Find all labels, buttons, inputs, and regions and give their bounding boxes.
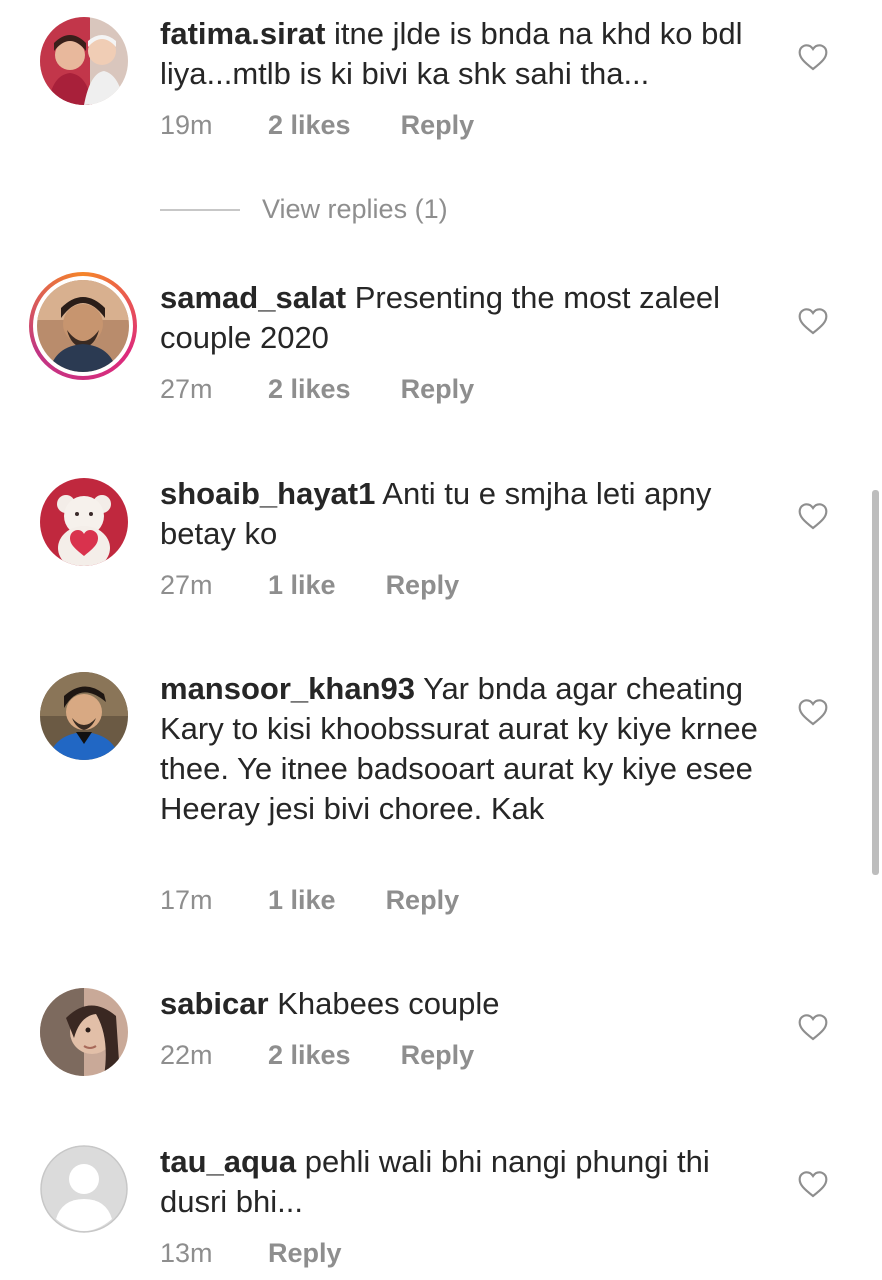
comment-time: 19m [160,110,213,140]
avatar-ring-inner [33,276,133,376]
heart-outline-icon[interactable] [797,1011,829,1043]
comment-username[interactable]: fatima.sirat [160,16,325,51]
heart-outline-icon[interactable] [797,41,829,73]
view-replies-divider [160,208,240,211]
comment-meta: 22m 2 likes Reply [160,1040,474,1071]
comment-likes[interactable]: 2 likes [268,1040,351,1071]
comment-time: 13m [160,1238,213,1268]
comment-username[interactable]: sabicar [160,986,269,1021]
comment-meta: 17m 1 like Reply [160,885,459,916]
comment-likes[interactable]: 2 likes [268,110,351,141]
comment-time: 27m [160,374,213,404]
comment-text: mansoor_khan93 Yar bnda agar cheating Ka… [160,669,770,829]
reply-button[interactable]: Reply [268,1238,342,1269]
avatar[interactable] [40,478,128,566]
comment-username[interactable]: tau_aqua [160,1144,296,1179]
comment-text: samad_salat Presenting the most zaleel c… [160,278,770,358]
reply-button[interactable]: Reply [401,1040,475,1071]
comment-meta: 13m Reply [160,1238,342,1269]
comment-text: shoaib_hayat1 Anti tu e smjha leti apny … [160,474,770,554]
reply-button[interactable]: Reply [401,374,475,405]
comment-likes[interactable]: 2 likes [268,374,351,405]
comment-meta: 27m 2 likes Reply [160,374,474,405]
comment-text: tau_aqua pehli wali bhi nangi phungi thi… [160,1142,770,1222]
reply-button[interactable]: Reply [386,885,460,916]
reply-button[interactable]: Reply [386,570,460,601]
avatar-default[interactable] [40,1145,128,1233]
comment-username[interactable]: samad_salat [160,280,346,315]
avatar[interactable] [40,17,128,105]
view-replies-button[interactable]: View replies (1) [160,194,448,225]
avatar [37,280,129,372]
comment-likes[interactable]: 1 like [268,570,336,601]
comment-username[interactable]: shoaib_hayat1 [160,476,375,511]
comment-meta: 27m 1 like Reply [160,570,459,601]
avatar-story-ring[interactable] [29,272,137,380]
comment-text: sabicar Khabees couple [160,984,770,1024]
avatar[interactable] [40,988,128,1076]
comment-time: 22m [160,1040,213,1070]
comment-time: 17m [160,885,213,915]
comment-text: fatima.sirat itne jlde is bnda na khd ko… [160,14,770,94]
heart-outline-icon[interactable] [797,696,829,728]
comment-body: Khabees couple [277,986,500,1021]
comment-username[interactable]: mansoor_khan93 [160,671,415,706]
reply-button[interactable]: Reply [401,110,475,141]
heart-outline-icon[interactable] [797,1168,829,1200]
comment-meta: 19m 2 likes Reply [160,110,474,141]
view-replies-label: View replies (1) [262,194,448,224]
scrollbar[interactable] [872,490,879,875]
heart-outline-icon[interactable] [797,305,829,337]
comment-likes[interactable]: 1 like [268,885,336,916]
avatar[interactable] [40,672,128,760]
heart-outline-icon[interactable] [797,500,829,532]
comment-time: 27m [160,570,213,600]
